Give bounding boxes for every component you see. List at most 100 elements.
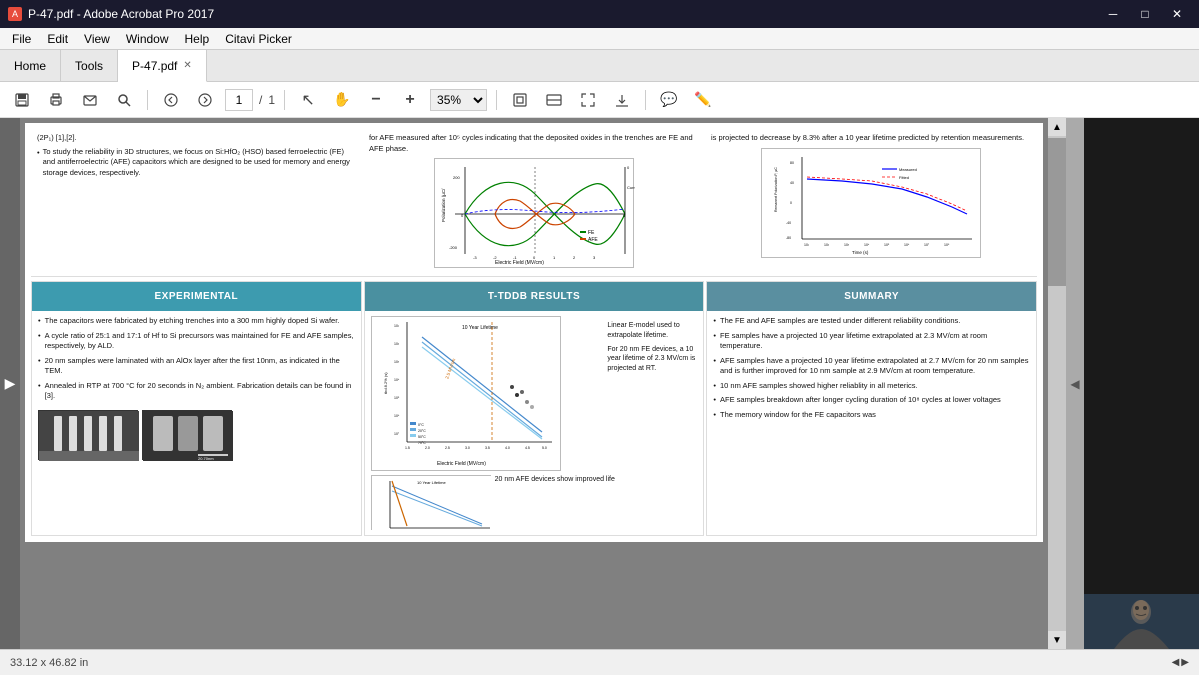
menu-help[interactable]: Help [177, 30, 218, 48]
list-item: • Annealed in RTP at 700 °C for 20 secon… [38, 381, 355, 402]
page-separator: / [259, 93, 262, 107]
divider-2 [284, 90, 285, 110]
close-button[interactable]: ✕ [1163, 0, 1191, 28]
svg-text:10⁵: 10⁵ [394, 396, 400, 400]
svg-text:Electric Field (MV/cm): Electric Field (MV/cm) [495, 260, 544, 266]
video-panel [1084, 118, 1199, 649]
fullscreen-button[interactable] [574, 86, 602, 114]
menu-view[interactable]: View [76, 30, 118, 48]
svg-text:20°C: 20°C [418, 429, 426, 433]
svg-text:10⁷: 10⁷ [394, 432, 400, 436]
tab-bar: Home Tools P-47.pdf ✕ [0, 50, 1199, 82]
svg-text:Time (s): Time (s) [852, 250, 869, 255]
scroll-up-button[interactable]: ▲ [1048, 118, 1066, 136]
page-number-input[interactable] [225, 89, 253, 111]
video-feed [1084, 594, 1199, 649]
zoom-in-button[interactable]: + [396, 86, 424, 114]
scroll-track[interactable] [1048, 136, 1066, 631]
svg-text:Polarization (μC/: Polarization (μC/ [441, 188, 446, 222]
svg-text:10²: 10² [824, 243, 830, 247]
svg-text:3: 3 [593, 255, 596, 260]
svg-text:200: 200 [453, 175, 460, 180]
scroll-thumb[interactable] [1048, 138, 1066, 287]
menu-citavi[interactable]: Citavi Picker [217, 30, 300, 48]
next-page-button[interactable] [191, 86, 219, 114]
svg-text:5.0: 5.0 [542, 446, 547, 450]
svg-text:Current (J: Current (J [627, 185, 635, 190]
svg-text:3.5: 3.5 [485, 446, 490, 450]
pen-button[interactable]: ✏️ [689, 86, 717, 114]
list-item: • A cycle ratio of 25:1 and 17:1 of Hf t… [38, 331, 355, 352]
svg-text:0: 0 [623, 213, 626, 218]
summary-header: SUMMARY [707, 282, 1036, 311]
list-item: • 20 nm samples were laminated with an A… [38, 356, 355, 377]
svg-text:10⁷: 10⁷ [924, 243, 930, 247]
svg-text:4.5: 4.5 [525, 446, 530, 450]
email-button[interactable] [76, 86, 104, 114]
svg-text:0: 0 [790, 201, 792, 205]
svg-text:2: 2 [573, 255, 576, 260]
svg-text:Measured: Measured [899, 167, 917, 172]
tab-tools-label: Tools [75, 59, 103, 73]
svg-text:Remanent Polarization P, μC: Remanent Polarization P, μC [774, 166, 778, 211]
scroll-down-button[interactable]: ▼ [1048, 631, 1066, 649]
svg-text:2.5: 2.5 [445, 446, 450, 450]
tab-tools[interactable]: Tools [61, 50, 118, 81]
prev-page-status[interactable]: ◀ [1172, 657, 1180, 668]
page-dimensions: 33.12 x 46.82 in [10, 657, 88, 669]
svg-text:50°C: 50°C [418, 435, 426, 439]
app-title: P-47.pdf - Adobe Acrobat Pro 2017 [28, 7, 214, 21]
zoom-select[interactable]: 10% 25% 35% 50% 75% 100% 125% 150% 200% [430, 89, 487, 111]
fit-page-button[interactable] [506, 86, 534, 114]
svg-text:-200: -200 [449, 245, 458, 250]
tab-pdf[interactable]: P-47.pdf ✕ [118, 50, 207, 82]
svg-text:20.70nm: 20.70nm [198, 456, 214, 461]
svg-text:10³: 10³ [844, 243, 850, 247]
menu-edit[interactable]: Edit [39, 30, 76, 48]
maximize-button[interactable]: □ [1131, 0, 1159, 28]
left-sidebar-toggle[interactable]: ▶ [0, 118, 20, 649]
fit-width-button[interactable] [540, 86, 568, 114]
ttddb-header: T-TDDB RESULTS [365, 282, 704, 311]
hand-tool[interactable]: ✋ [328, 86, 356, 114]
zoom-out-button[interactable]: − [362, 86, 390, 114]
svg-text:2.0: 2.0 [425, 446, 430, 450]
svg-text:10 Year Lifetime: 10 Year Lifetime [417, 480, 446, 485]
svg-text:10³: 10³ [394, 360, 400, 364]
vertical-scrollbar[interactable]: ▲ ▼ [1048, 118, 1066, 649]
svg-text:10⁶: 10⁶ [394, 414, 400, 418]
download-button[interactable] [608, 86, 636, 114]
tab-home[interactable]: Home [0, 50, 61, 81]
svg-text:tbd 8.2% (s): tbd 8.2% (s) [383, 372, 388, 394]
svg-text:70°C: 70°C [418, 441, 426, 445]
acrobat-icon: A [8, 7, 22, 21]
comment-button[interactable]: 💬 [655, 86, 683, 114]
title-bar-controls: ─ □ ✕ [1099, 0, 1191, 28]
svg-text:10⁴: 10⁴ [864, 243, 870, 247]
select-tool[interactable]: ↖ [294, 86, 322, 114]
svg-text:10⁵: 10⁵ [884, 243, 890, 247]
minimize-button[interactable]: ─ [1099, 0, 1127, 28]
prev-page-button[interactable] [157, 86, 185, 114]
svg-text:0°C: 0°C [418, 423, 424, 427]
svg-text:1: 1 [553, 255, 556, 260]
svg-text:-80: -80 [786, 236, 791, 240]
tab-close-icon[interactable]: ✕ [183, 60, 191, 71]
right-panel-toggle[interactable]: ◀ [1066, 118, 1084, 649]
menu-file[interactable]: File [4, 30, 39, 48]
search-button[interactable] [110, 86, 138, 114]
svg-text:10⁸: 10⁸ [944, 243, 950, 247]
save-button[interactable] [8, 86, 36, 114]
svg-text:10⁶: 10⁶ [904, 243, 910, 247]
experimental-header: EXPERIMENTAL [32, 282, 361, 311]
list-item: • AFE samples breakdown after longer cyc… [713, 395, 1030, 406]
pdf-viewer[interactable]: (2P₁) [1],[2]. • To study the reliabilit… [20, 118, 1048, 649]
svg-text:Fitted: Fitted [899, 175, 909, 180]
print-button[interactable] [42, 86, 70, 114]
divider-4 [645, 90, 646, 110]
menu-window[interactable]: Window [118, 30, 177, 48]
svg-text:FE: FE [588, 230, 595, 236]
next-page-status[interactable]: ▶ [1181, 657, 1189, 668]
svg-text:10¹: 10¹ [394, 324, 400, 328]
menu-bar: File Edit View Window Help Citavi Picker [0, 28, 1199, 50]
